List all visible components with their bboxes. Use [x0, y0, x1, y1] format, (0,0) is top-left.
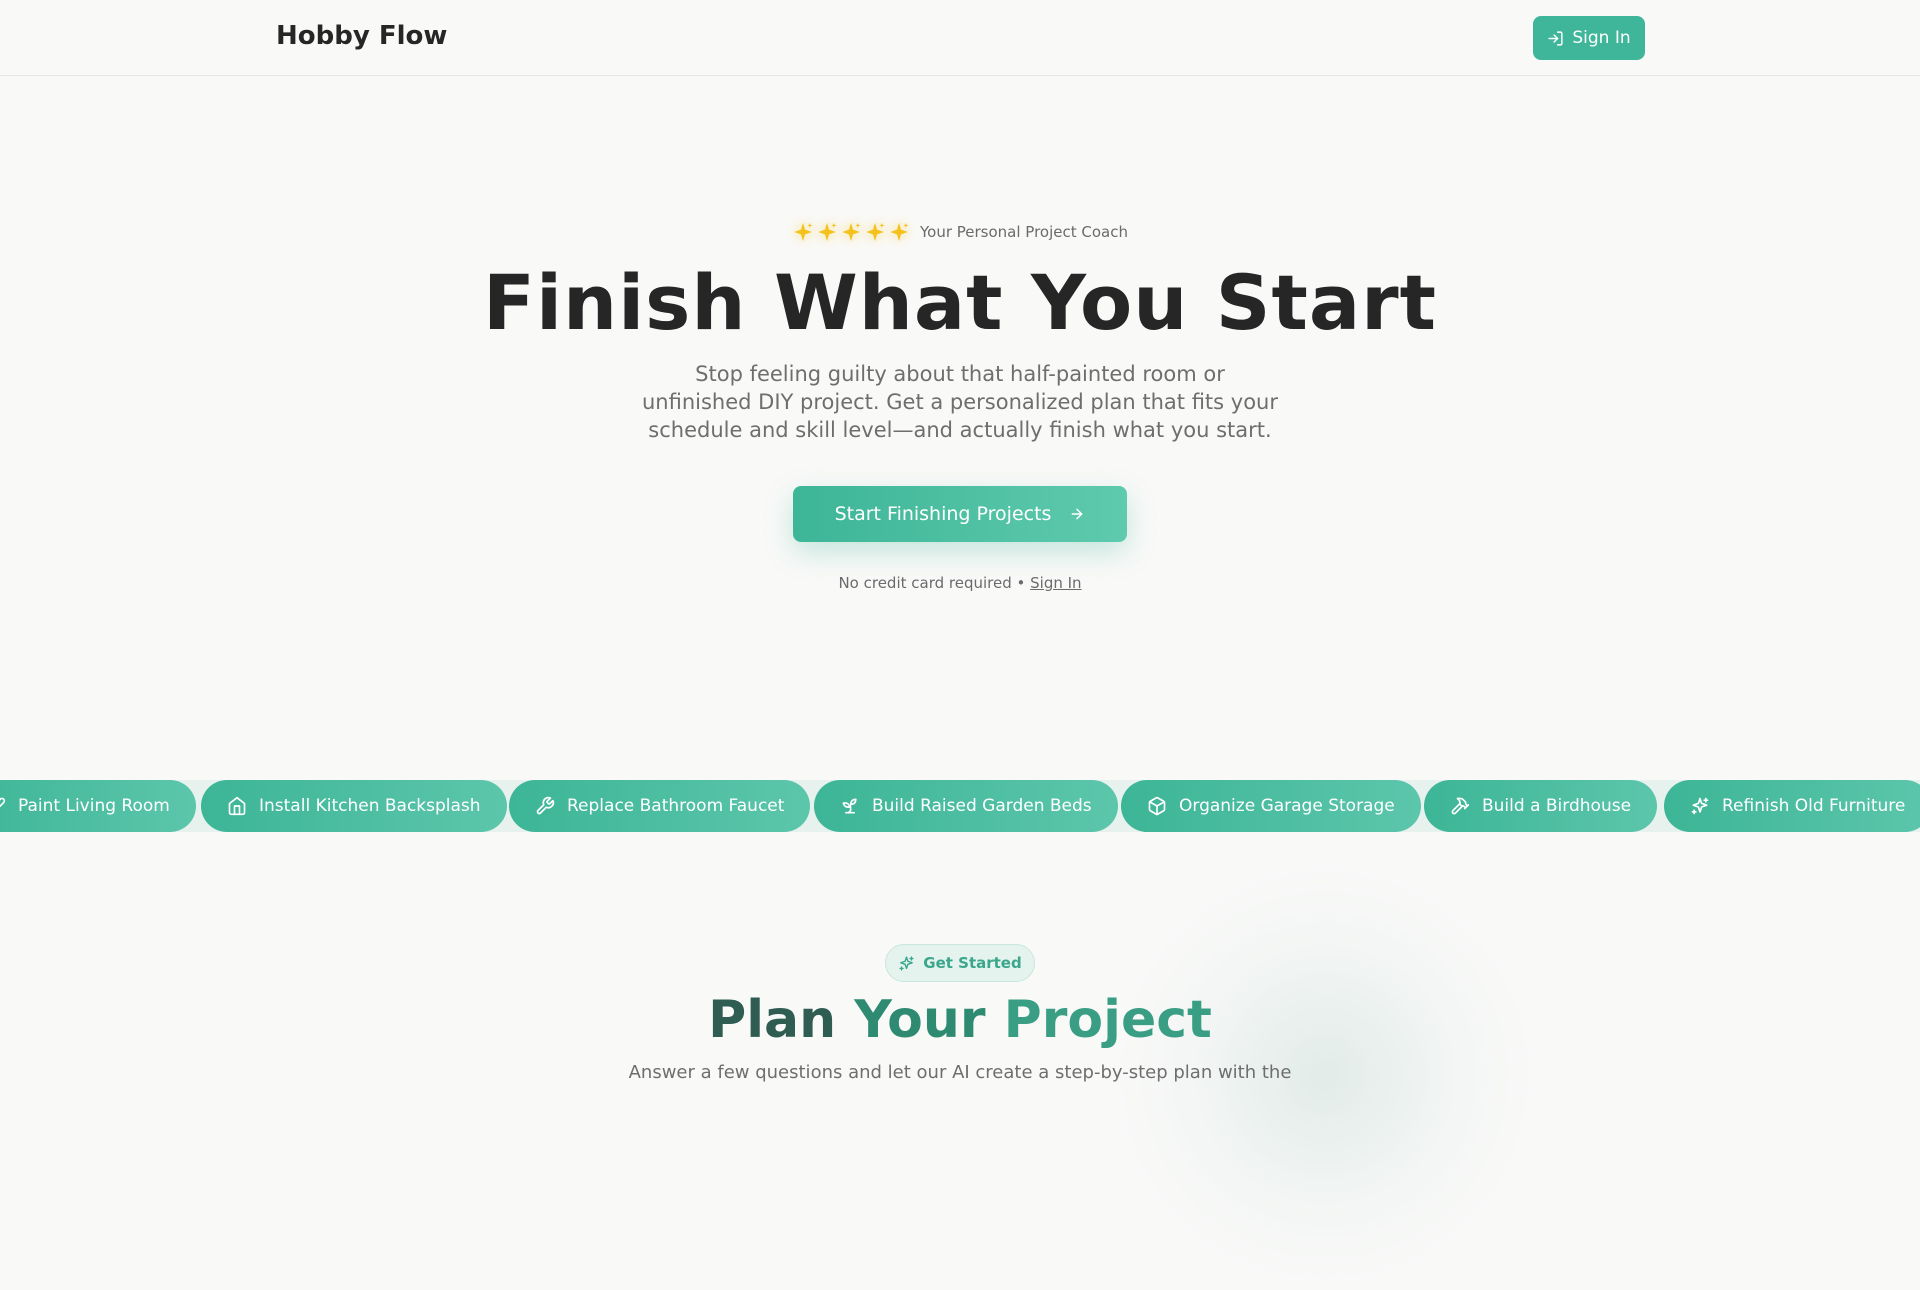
sparkle-star-icon [890, 222, 909, 242]
project-chip-label: Paint Living Room [18, 796, 170, 816]
badge-label: Get Started [923, 954, 1022, 972]
brand-logo-text[interactable]: Hobby Flow [276, 21, 447, 51]
sprout-icon [842, 798, 857, 814]
start-finishing-projects-button[interactable]: Start Finishing Projects [793, 486, 1127, 542]
hammer-icon [1451, 797, 1470, 815]
sparkles-icon [1691, 797, 1709, 815]
fine-print: No credit card required • Sign In [0, 574, 1920, 592]
project-chip-label: Refinish Old Furniture [1722, 796, 1906, 816]
coach-tagline-row: Your Personal Project Coach [0, 218, 1920, 246]
no-credit-card-text: No credit card required • [838, 574, 1026, 592]
plan-title-word: Plan [708, 990, 837, 1050]
hero-subtitle: Stop feeling guilty about that half-pain… [641, 362, 1279, 442]
sign-in-label: Sign In [1572, 28, 1631, 48]
hero-title: Finish What You Start [483, 258, 1437, 347]
fine-print-sign-in-link[interactable]: Sign In [1030, 574, 1081, 592]
project-chip[interactable]: Organize Garage Storage [1121, 780, 1421, 832]
get-started-badge: Get Started [885, 944, 1035, 982]
arrow-right-icon [1072, 508, 1083, 520]
sparkle-star-icon [842, 222, 861, 242]
sign-in-button[interactable]: Sign In [1533, 16, 1645, 60]
project-chip[interactable]: Paint Living Room [0, 780, 196, 832]
sparkle-star-icon [818, 222, 837, 242]
project-chips-marquee: Paint Living Room Install Kitchen Backsp… [0, 780, 1920, 832]
project-chip[interactable]: Replace Bathroom Faucet [509, 780, 811, 832]
top-nav-bar: Hobby Flow Sign In [0, 0, 1920, 76]
plan-title-word: Project [1003, 990, 1212, 1050]
project-chip[interactable]: Build a Birdhouse [1424, 780, 1658, 832]
plan-section-title: Plan Your Project [0, 990, 1920, 1050]
rating-stars [792, 221, 910, 243]
project-chip[interactable]: Install Kitchen Backsplash [201, 780, 507, 832]
plan-title-word: Your [854, 990, 986, 1050]
sparkles-icon [899, 955, 914, 971]
log-in-icon [1548, 30, 1563, 46]
project-chip-label: Install Kitchen Backsplash [259, 796, 481, 816]
box-icon [1148, 796, 1166, 816]
project-chip[interactable]: Refinish Old Furniture [1664, 780, 1920, 832]
home-icon [228, 796, 246, 816]
project-chip[interactable]: Build Raised Garden Beds [814, 780, 1118, 832]
project-chip-label: Organize Garage Storage [1179, 796, 1395, 816]
brush-icon [0, 797, 6, 808]
project-chip-label: Replace Bathroom Faucet [567, 796, 785, 816]
sparkle-star-icon [794, 222, 813, 242]
wrench-icon [536, 796, 555, 815]
project-chip-label: Build a Birdhouse [1482, 796, 1632, 816]
sparkle-star-icon [866, 222, 885, 242]
cta-label: Start Finishing Projects [834, 503, 1052, 525]
project-chip-label: Build Raised Garden Beds [872, 796, 1092, 816]
coach-tagline: Your Personal Project Coach [919, 223, 1128, 241]
